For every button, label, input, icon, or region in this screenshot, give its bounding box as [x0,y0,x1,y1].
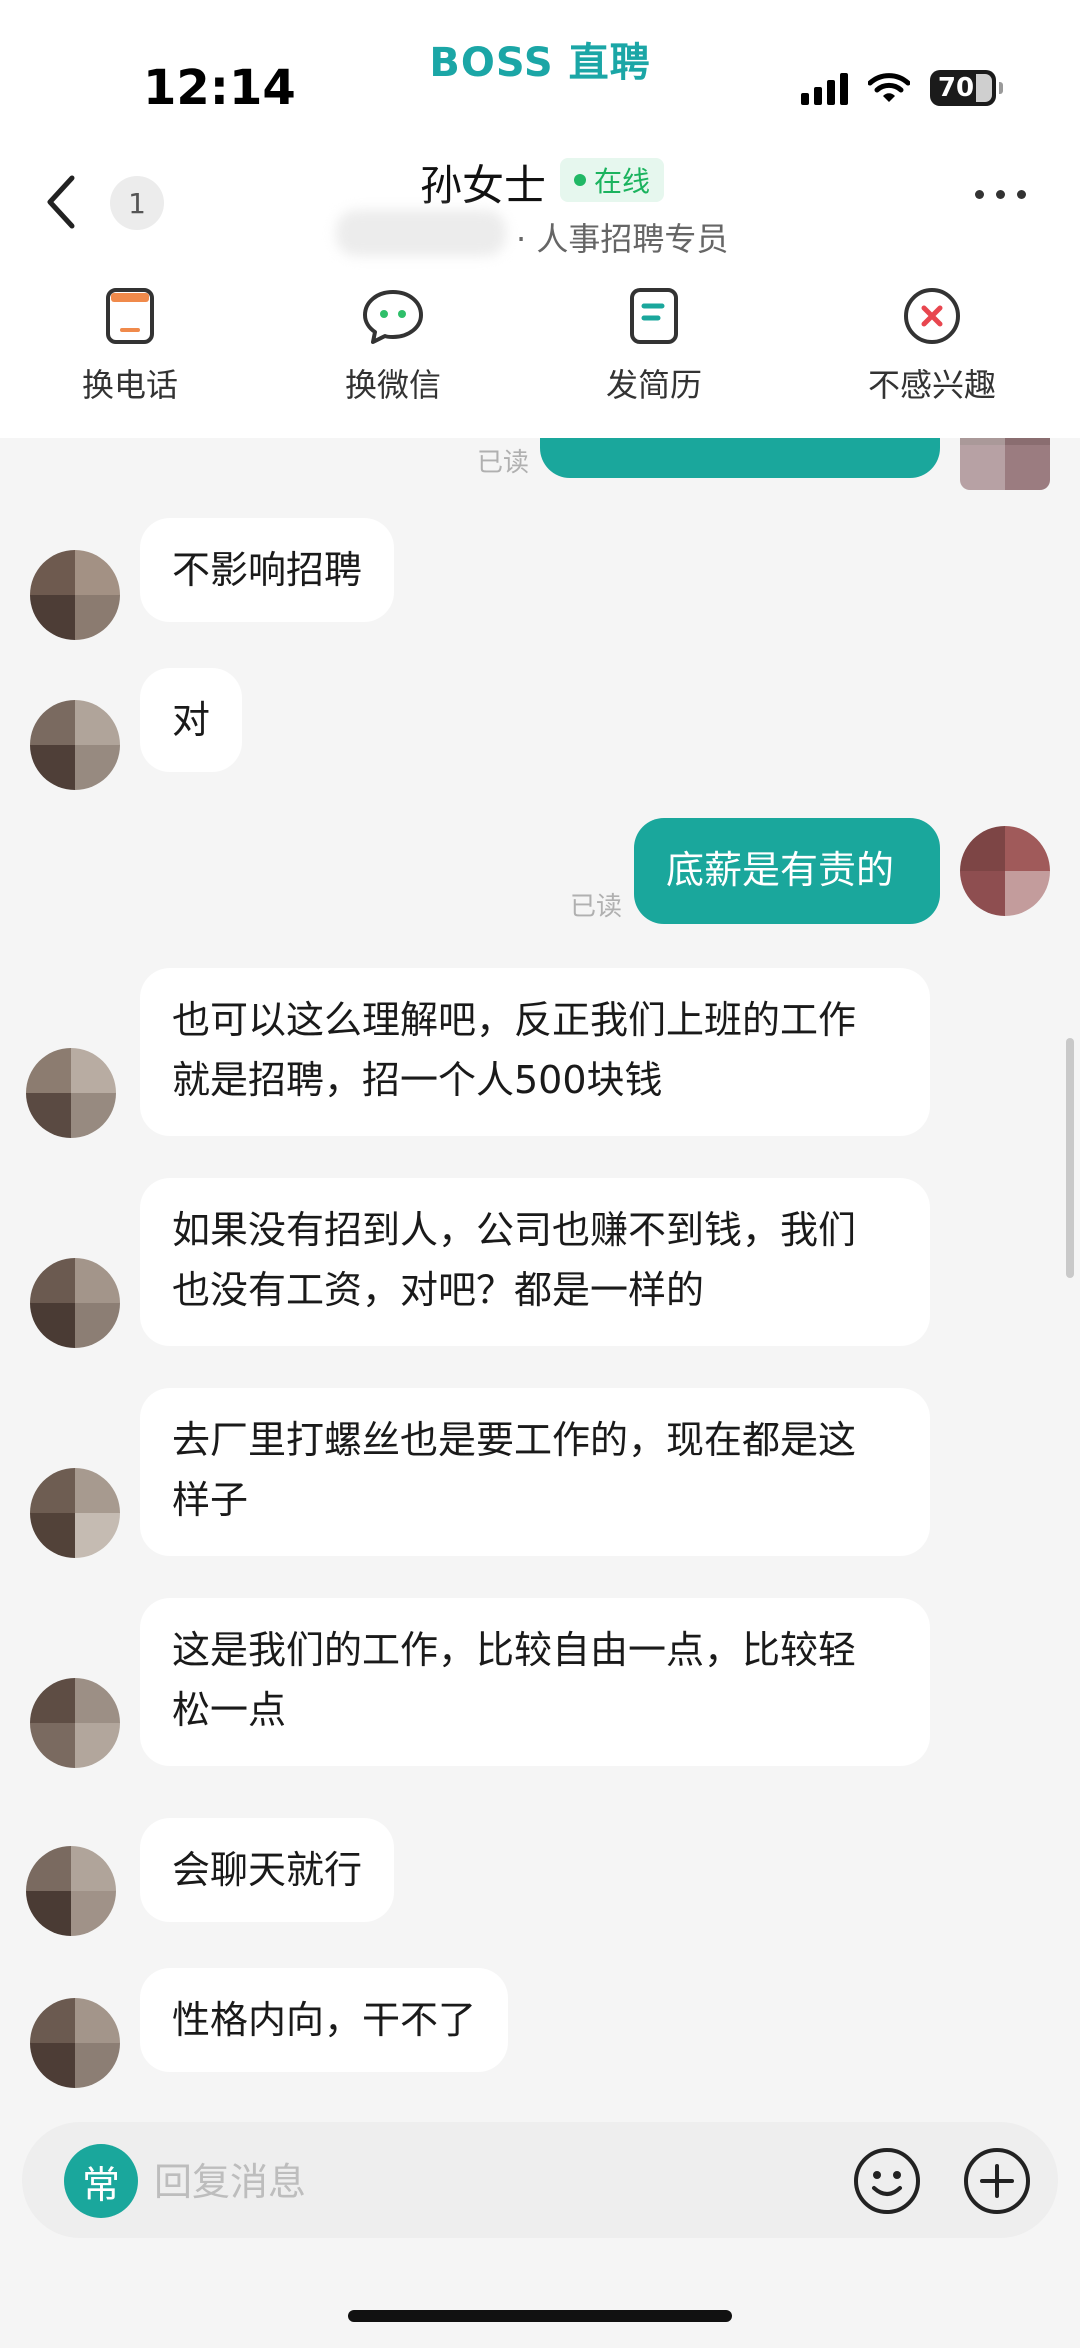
unread-count-badge[interactable]: 1 [110,176,164,230]
home-indicator[interactable] [348,2310,732,2322]
message-bubble[interactable]: 也可以这么理解吧，反正我们上班的工作 就是招聘，招一个人500块钱 [140,968,930,1136]
online-status-label: 在线 [594,165,651,198]
not-interested-button[interactable]: 不感兴趣 [842,284,1022,406]
contact-avatar[interactable] [26,1846,116,1936]
common-phrases-button[interactable]: 常 [64,2144,138,2218]
message-bubble[interactable]: 不影响招聘 [140,518,395,622]
send-resume-button[interactable]: 发简历 [564,284,744,406]
read-receipt: 已读 [477,448,530,478]
wifi-icon [868,73,910,102]
online-dot-icon [574,174,586,186]
contact-name: 孙女士 [420,161,547,210]
plus-icon[interactable] [962,2146,1032,2216]
message-bubble[interactable]: 如果没有招到人，公司也赚不到钱，我们 也没有工资，对吧？都是一样的 [140,1178,930,1346]
exchange-wechat-label: 换微信 [344,366,441,404]
chat-scrollbar[interactable] [1066,1038,1074,1278]
not-interested-label: 不感兴趣 [867,366,996,404]
phone-card-icon [106,288,154,344]
battery-level: 70 [937,73,975,103]
contact-avatar[interactable] [30,700,120,790]
message-line: 也没有工资，对吧？都是一样的 [172,1268,705,1312]
chat-header: BOSS 直聘 12:14 70 1 孙女士 在线 · 人事招聘专员 换电话 换… [0,0,1080,438]
contact-avatar[interactable] [30,1998,120,2088]
message-line: 去厂里打螺丝也是要工作的，现在都是这 [172,1418,857,1462]
contact-avatar[interactable] [30,1678,120,1768]
message-bubble[interactable]: 去厂里打螺丝也是要工作的，现在都是这 样子 [140,1388,930,1556]
resume-icon [630,288,678,344]
contact-avatar[interactable] [30,550,120,640]
message-line: 如果没有招到人，公司也赚不到钱，我们 [172,1208,857,1252]
blurred-company-name [336,210,506,256]
cellular-signal-icon [801,71,848,105]
message-line: 这是我们的工作，比较自由一点，比较轻 [172,1628,857,1672]
message-line: 也可以这么理解吧，反正我们上班的工作 [172,998,857,1042]
emoji-icon[interactable] [852,2146,922,2216]
message-bubble-mine[interactable]: 底薪是有责的 [634,818,940,924]
battery-icon: 70 [930,70,1003,106]
message-bubble[interactable]: 对 [140,668,243,772]
not-interested-icon [904,288,960,344]
more-options-icon[interactable] [975,190,1026,199]
contact-avatar[interactable] [30,1468,120,1558]
contact-avatar[interactable] [26,1048,116,1138]
exchange-phone-label: 换电话 [81,366,178,404]
message-bubble[interactable]: 会聊天就行 [140,1818,395,1922]
status-icons: 70 [801,66,1003,110]
message-bubble-mine[interactable] [540,438,940,478]
exchange-wechat-button[interactable]: 换微信 [303,284,483,406]
status-time: 12:14 [143,60,296,116]
read-receipt: 已读 [570,892,623,922]
back-icon[interactable] [42,172,82,232]
reply-input[interactable] [152,2144,716,2220]
my-avatar [960,826,1050,916]
message-line: 样子 [172,1478,249,1522]
message-bubble[interactable]: 这是我们的工作，比较自由一点，比较轻 松一点 [140,1598,930,1766]
contact-title: · 人事招聘专员 [516,220,729,258]
contact-avatar[interactable] [30,1258,120,1348]
my-avatar [960,438,1050,490]
exchange-phone-button[interactable]: 换电话 [40,284,220,406]
send-resume-label: 发简历 [605,366,702,404]
online-status-badge: 在线 [560,158,665,202]
message-line: 松一点 [172,1688,287,1732]
wechat-icon [363,290,423,344]
message-bubble[interactable]: 性格内向，干不了 [140,1968,509,2072]
message-list[interactable]: 已读 不影响招聘 对 已读 底薪是有责的 也可以这么理解吧，反正我们上班的工作 [0,438,1080,2108]
quick-actions: 换电话 换微信 发简历 不感兴趣 [0,284,1080,414]
message-line: 就是招聘，招一个人500块钱 [172,1058,663,1102]
reply-bar: 常 [22,2122,1058,2238]
